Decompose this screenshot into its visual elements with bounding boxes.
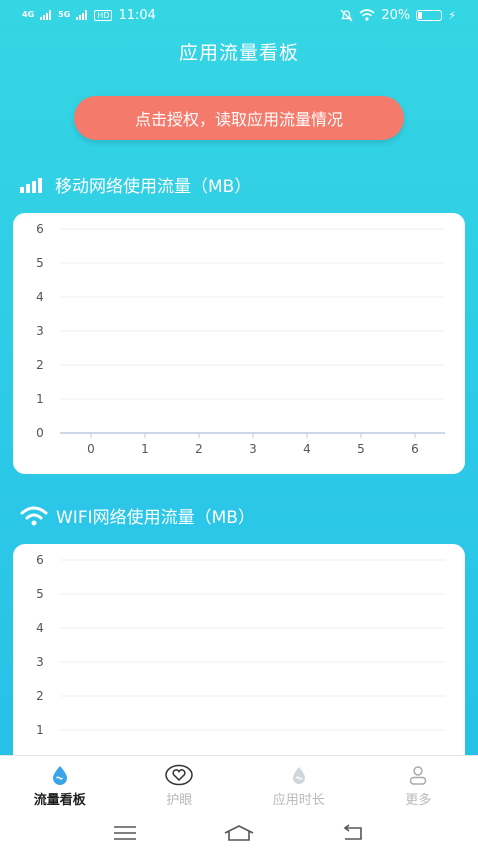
tab-label: 应用时长 [272, 792, 325, 808]
signal-4g: 4G [22, 10, 35, 19]
user-icon [410, 765, 427, 785]
x-tick-label: 6 [411, 442, 419, 456]
back-icon[interactable] [341, 823, 365, 842]
signal-5g: 5G [58, 10, 71, 19]
signal-bars-icon [76, 10, 88, 20]
x-tick-label: 2 [195, 442, 203, 456]
wifi-section-title: WIFI网络使用流量（MB） [20, 503, 255, 528]
status-bar: 4G 5G HD 11:04 20% ⚡ [0, 0, 478, 30]
wifi-status-icon [359, 9, 375, 21]
x-tick-label: 5 [357, 442, 365, 456]
y-tick-label: 5 [36, 587, 44, 601]
tab-traffic-board[interactable]: 流量看板 [0, 756, 120, 815]
mobile-traffic-chart-card: 0 1 2 3 4 5 6 0 1 2 3 4 5 6 [13, 213, 465, 474]
home-icon[interactable] [223, 824, 255, 842]
x-tick-label: 4 [303, 442, 311, 456]
tab-label: 流量看板 [33, 792, 86, 808]
x-tick-label: 1 [141, 442, 149, 456]
wifi-icon [20, 506, 48, 525]
y-tick-label: 6 [36, 222, 44, 236]
tab-eye-care[interactable]: 护眼 [120, 756, 240, 815]
tab-label: 护眼 [166, 792, 193, 808]
tab-app-duration[interactable]: 应用时长 [239, 756, 359, 815]
tab-label: 更多 [405, 792, 432, 808]
y-tick-label: 2 [36, 358, 44, 372]
x-tick-label: 0 [87, 442, 95, 456]
y-tick-label: 5 [36, 256, 44, 270]
x-tick-label: 3 [249, 442, 257, 456]
water-drop-icon [52, 765, 67, 785]
y-tick-label: 0 [36, 426, 44, 440]
menu-icon[interactable] [113, 825, 137, 841]
mobile-section-label: 移动网络使用流量（MB） [55, 177, 252, 197]
y-tick-label: 6 [36, 553, 44, 567]
mute-icon [340, 9, 353, 21]
y-tick-label: 3 [36, 324, 44, 338]
mobile-traffic-chart: 0 1 2 3 4 5 6 0 1 2 3 4 5 6 [36, 222, 445, 456]
signal-bars-icon [40, 10, 52, 20]
y-tick-label: 3 [36, 655, 44, 669]
status-time: 11:04 [118, 7, 156, 23]
y-tick-label: 1 [36, 723, 44, 737]
charging-icon: ⚡ [448, 8, 456, 22]
bottom-tab-bar: 流量看板 护眼 应用时长 更多 [0, 755, 478, 815]
battery-percent: 20% [381, 7, 411, 23]
wifi-section-label: WIFI网络使用流量（MB） [56, 508, 255, 528]
page-title: 应用流量看板 [178, 42, 299, 64]
y-tick-label: 4 [36, 621, 44, 635]
cellular-signal-icon [20, 177, 42, 193]
y-tick-label: 1 [36, 392, 44, 406]
authorize-button[interactable]: 点击授权，读取应用流量情况 [74, 96, 404, 140]
y-tick-label: 4 [36, 290, 44, 304]
y-tick-label: 2 [36, 689, 44, 703]
tab-more[interactable]: 更多 [359, 756, 478, 815]
battery-icon [416, 9, 443, 21]
hd-badge: HD [94, 9, 113, 21]
wifi-traffic-chart-card: 1 2 3 4 5 6 [13, 544, 465, 774]
wifi-traffic-chart: 1 2 3 4 5 6 [36, 553, 445, 737]
eye-heart-icon [165, 764, 193, 785]
system-nav-bar [0, 815, 478, 850]
drop-icon [292, 766, 305, 784]
mobile-section-title: 移动网络使用流量（MB） [20, 172, 251, 197]
